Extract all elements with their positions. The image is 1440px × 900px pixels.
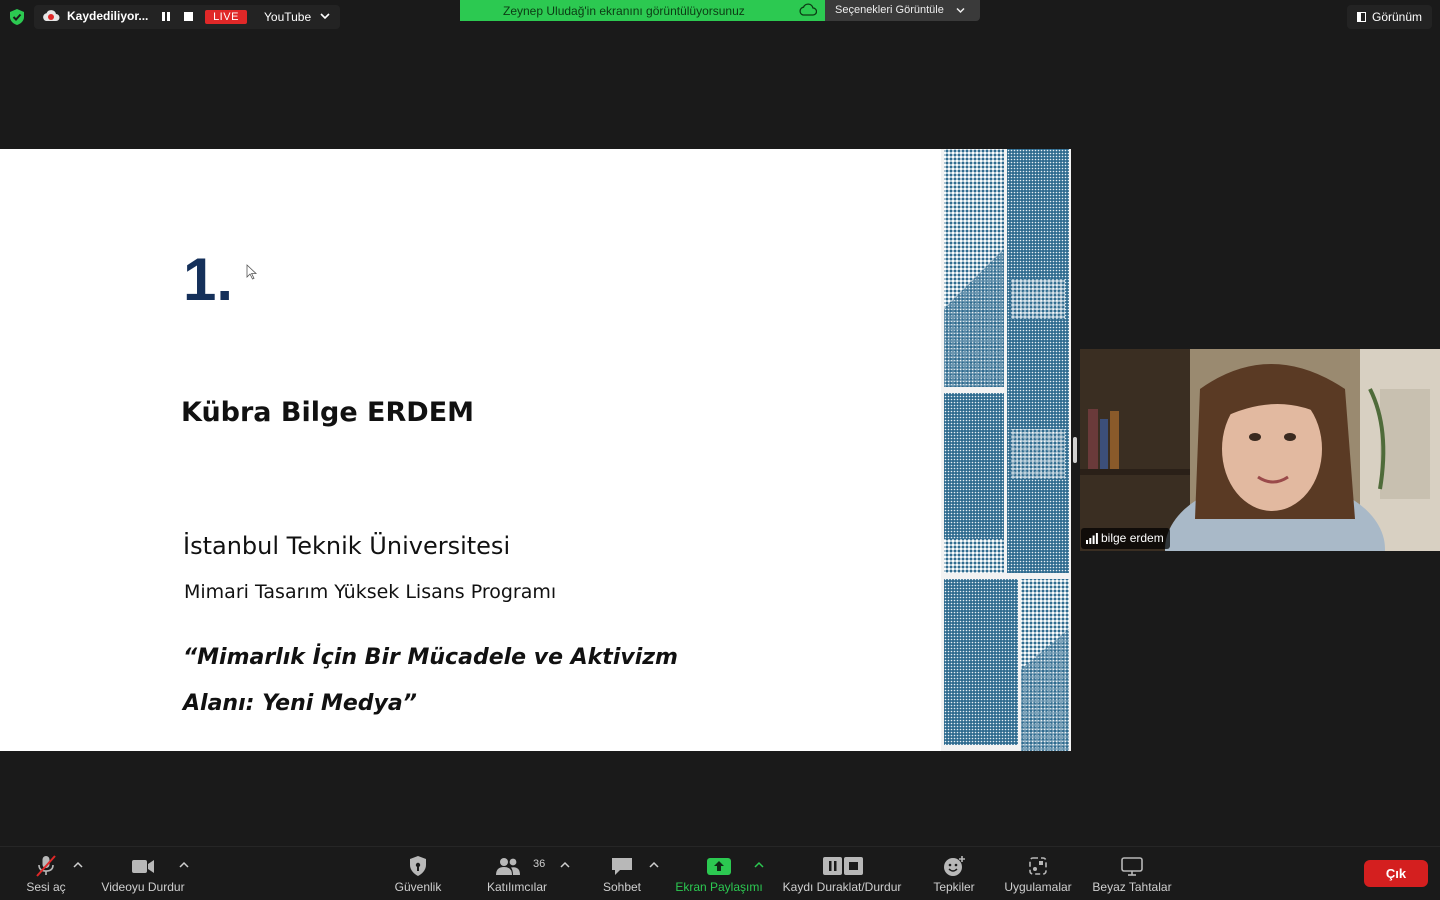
thesis-title: “Mimarlık İçin Bir Mücadele ve Aktivizm …: [183, 635, 703, 727]
meeting-window: Kaydediliyor... LIVE YouTube Zeynep Ulud…: [0, 0, 1440, 900]
participants-label: Katılımcılar: [486, 880, 547, 894]
participants-icon: [496, 858, 520, 875]
leave-button[interactable]: Çık: [1364, 860, 1428, 887]
reactions-button[interactable]: Tepkiler: [922, 847, 986, 900]
security-shield-icon: [410, 856, 426, 876]
unmute-label: Sesi aç: [26, 880, 66, 894]
participant-video-tile[interactable]: [1080, 349, 1440, 551]
microphone-muted-icon: [36, 855, 56, 877]
meeting-toolbar: Sesi aç Videoyu Durdur Güvenlik 36 Katıl…: [0, 846, 1440, 900]
stop-recording-icon[interactable]: [184, 12, 193, 21]
whiteboards-label: Beyaz Tahtalar: [1092, 880, 1172, 894]
chat-label: Sohbet: [602, 880, 642, 894]
view-options-label: Seçenekleri Görüntüle: [835, 4, 944, 16]
halftone-decoration: [941, 149, 1071, 751]
layout-icon: [1357, 12, 1366, 22]
cloud-icon: [799, 3, 817, 16]
participant-video-frame: [1080, 349, 1440, 551]
chevron-down-icon: [956, 7, 965, 14]
participants-button[interactable]: 36 Katılımcılar: [478, 847, 556, 900]
screen-share-banner: Zeynep Uludağ'in ekranını görüntülüyorsu…: [460, 0, 825, 21]
reactions-label: Tepkiler: [933, 880, 975, 894]
unmute-button[interactable]: Sesi aç: [14, 847, 78, 900]
encryption-shield-icon[interactable]: [8, 8, 26, 26]
video-camera-icon: [132, 860, 154, 873]
pause-stop-recording-label: Kaydı Duraklat/Durdur: [782, 880, 902, 894]
participant-name: bilge erdem: [1101, 531, 1164, 545]
share-screen-icon: [707, 858, 731, 875]
share-screen-label: Ekran Paylaşımı: [675, 880, 763, 894]
signal-strength-icon: [1086, 533, 1098, 544]
recording-status-text: Kaydediliyor...: [67, 9, 149, 23]
thesis-title-line2: Alanı: Yeni Medya”: [183, 691, 417, 716]
live-badge: LIVE: [205, 10, 247, 24]
apps-button[interactable]: Uygulamalar: [1000, 847, 1076, 900]
pause-recording-icon[interactable]: [162, 12, 171, 21]
shared-screen-slide: 1. Kübra Bilge ERDEM İstanbul Teknik Üni…: [0, 149, 1071, 751]
mouse-cursor-icon: [246, 264, 258, 280]
pause-stop-recording-button[interactable]: Kaydı Duraklat/Durdur: [776, 847, 908, 900]
chat-button[interactable]: Sohbet: [592, 847, 652, 900]
share-screen-button[interactable]: Ekran Paylaşımı: [672, 847, 766, 900]
stop-video-label: Videoyu Durdur: [101, 880, 185, 894]
program-name: Mimari Tasarım Yüksek Lisans Programı: [184, 581, 557, 603]
university-name: İstanbul Teknik Üniversitesi: [183, 532, 511, 560]
chevron-down-icon[interactable]: [320, 12, 330, 20]
thesis-title-line1: “Mimarlık İçin Bir Mücadele ve Aktivizm: [183, 645, 678, 670]
panel-resize-handle[interactable]: [1073, 437, 1077, 463]
cloud-recording-icon: [43, 10, 60, 21]
view-button-label: Görünüm: [1372, 10, 1423, 24]
stream-target-label[interactable]: YouTube: [264, 10, 311, 24]
view-button[interactable]: Görünüm: [1347, 5, 1432, 29]
apps-label: Uygulamalar: [1004, 880, 1072, 894]
top-bar: Kaydediliyor... LIVE YouTube Zeynep Ulud…: [0, 0, 1440, 34]
whiteboard-icon: [1121, 857, 1143, 876]
apps-grid-icon: [1029, 857, 1047, 875]
audio-options-caret-icon[interactable]: [73, 861, 83, 868]
participants-options-caret-icon[interactable]: [560, 861, 570, 868]
share-banner-text: Zeynep Uludağ'in ekranını görüntülüyorsu…: [503, 4, 745, 18]
participant-name-tag: bilge erdem: [1081, 528, 1170, 549]
chat-options-caret-icon[interactable]: [649, 861, 659, 868]
whiteboards-button[interactable]: Beyaz Tahtalar: [1086, 847, 1178, 900]
author-name: Kübra Bilge ERDEM: [181, 397, 475, 428]
security-label: Güvenlik: [394, 880, 442, 894]
participants-count: 36: [533, 858, 546, 870]
chat-bubble-icon: [612, 858, 632, 875]
stop-video-button[interactable]: Videoyu Durdur: [96, 847, 190, 900]
emoji-reaction-icon: [944, 856, 965, 876]
share-options-caret-icon[interactable]: [754, 861, 764, 868]
view-options-button[interactable]: Seçenekleri Görüntüle: [825, 0, 980, 21]
video-options-caret-icon[interactable]: [179, 861, 189, 868]
pause-stop-recording-icon: [823, 857, 863, 875]
slide-number: 1.: [183, 246, 234, 313]
security-button[interactable]: Güvenlik: [383, 847, 453, 900]
